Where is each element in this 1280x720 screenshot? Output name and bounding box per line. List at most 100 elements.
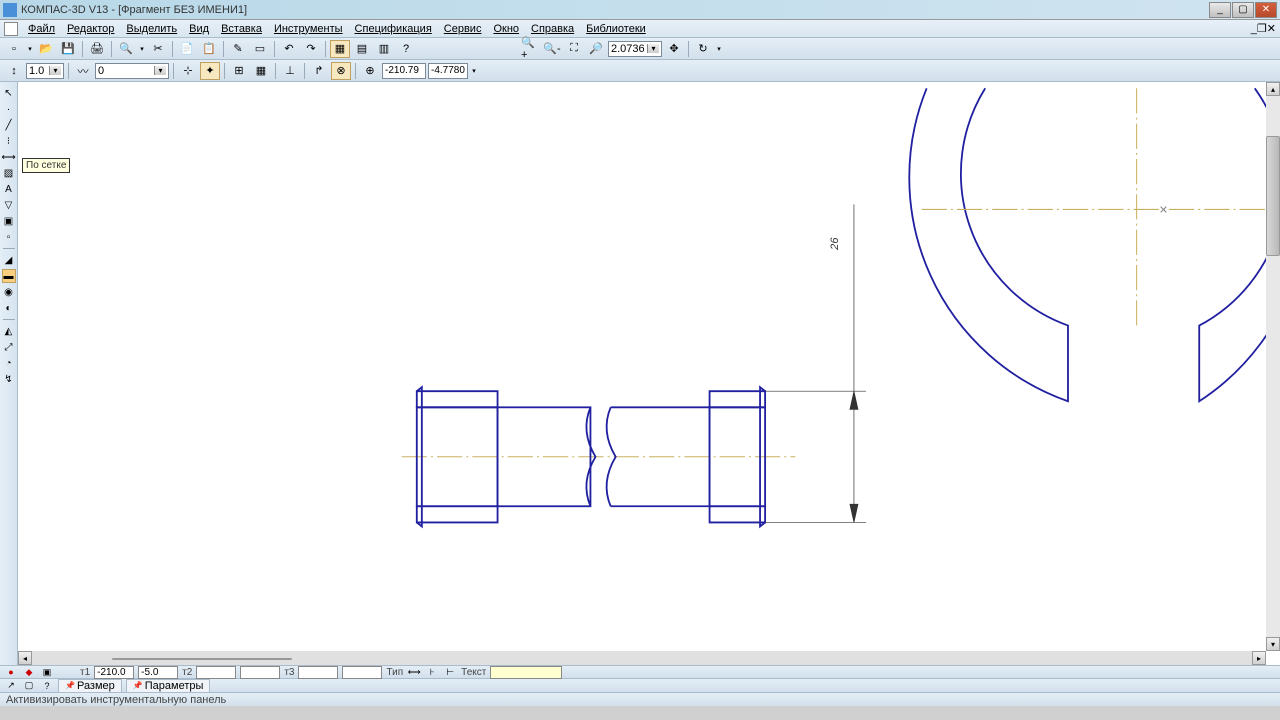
zoom-in-button[interactable]: 🔍+ <box>520 40 540 58</box>
type2-icon[interactable]: ⊦ <box>425 666 439 678</box>
minimize-button[interactable]: _ <box>1209 2 1231 18</box>
point-tool-icon[interactable]: · <box>2 102 16 116</box>
tab-params[interactable]: 📌 Параметры <box>126 679 211 693</box>
snap2-button[interactable]: ✦ <box>200 62 220 80</box>
style-icon[interactable]: 〰 <box>73 62 93 80</box>
t1-y-field[interactable] <box>138 666 178 679</box>
view-tool-icon[interactable]: ◭ <box>2 324 16 338</box>
measure-tool-icon[interactable]: ◢ <box>2 253 16 267</box>
create-icon[interactable]: ◆ <box>22 666 36 678</box>
copy-button[interactable]: 📄 <box>177 40 197 58</box>
menu-tools[interactable]: Инструменты <box>268 22 349 36</box>
tab-nav2-icon[interactable]: ▢ <box>22 680 36 692</box>
t3-y-field[interactable] <box>342 666 382 679</box>
vertical-scrollbar[interactable]: ▴ ▾ <box>1266 82 1280 651</box>
undo-button[interactable]: ↶ <box>279 40 299 58</box>
tab-nav3-icon[interactable]: ? <box>40 680 54 692</box>
lib-button[interactable]: ▥ <box>374 40 394 58</box>
scroll-left-icon[interactable]: ◂ <box>18 651 32 665</box>
menu-window[interactable]: Окно <box>487 22 525 36</box>
cursor-tool-icon[interactable]: ↖ <box>2 86 16 100</box>
zoom-sel-button[interactable]: 🔎 <box>586 40 606 58</box>
menu-insert[interactable]: Вставка <box>215 22 268 36</box>
text-field[interactable] <box>490 666 562 679</box>
report-tool-icon[interactable]: ◐ <box>2 301 16 315</box>
save-button[interactable]: 💾 <box>58 40 78 58</box>
props-button[interactable]: ▭ <box>250 40 270 58</box>
break-tool-icon[interactable]: ⤢ <box>2 340 16 354</box>
trace-button[interactable]: ↱ <box>309 62 329 80</box>
build-tool-icon[interactable]: ▣ <box>2 214 16 228</box>
pan-button[interactable]: ✥ <box>664 40 684 58</box>
coord-y-field[interactable] <box>428 63 468 79</box>
document-icon[interactable] <box>4 22 18 36</box>
doc-close-button[interactable]: ✕ <box>1267 22 1276 35</box>
format-button[interactable]: ✎ <box>228 40 248 58</box>
dropdown-arrow-icon[interactable]: ▾ <box>647 44 659 53</box>
preview-dropdown-icon[interactable]: ▾ <box>138 40 146 58</box>
refresh-button[interactable]: ↻ <box>693 40 713 58</box>
ortho-button[interactable]: ⊥ <box>280 62 300 80</box>
scroll-thumb[interactable] <box>1266 136 1280 256</box>
menu-edit[interactable]: Редактор <box>61 22 120 36</box>
insert2-tool-icon[interactable]: ↯ <box>2 372 16 386</box>
menu-libs[interactable]: Библиотеки <box>580 22 652 36</box>
horizontal-scrollbar[interactable]: ◂ ▸ <box>18 651 1266 665</box>
doc-restore-button[interactable]: ❐ <box>1257 22 1267 35</box>
zoom-fit-button[interactable]: ⛶ <box>564 40 584 58</box>
refresh-dd-icon[interactable]: ▾ <box>715 40 723 58</box>
scroll-right-icon[interactable]: ▸ <box>1252 651 1266 665</box>
edit-tool-icon[interactable]: ▬ <box>2 269 16 283</box>
stop-icon[interactable]: ● <box>4 666 18 678</box>
scroll-down-icon[interactable]: ▾ <box>1266 637 1280 651</box>
type3-icon[interactable]: ⊢ <box>443 666 457 678</box>
insert-tool-icon[interactable]: ◔ <box>2 356 16 370</box>
menu-view[interactable]: Вид <box>183 22 215 36</box>
auto-icon[interactable]: ▣ <box>40 666 54 678</box>
new-button[interactable]: ▫ <box>4 40 24 58</box>
text-tool-icon[interactable]: A <box>2 182 16 196</box>
param-tool-icon[interactable]: ▫ <box>2 230 16 244</box>
print-button[interactable]: 🖨 <box>87 40 107 58</box>
dropdown-arrow-icon[interactable]: ▾ <box>154 66 166 75</box>
help-context-button[interactable]: ? <box>396 40 416 58</box>
coord-dd-icon[interactable]: ▾ <box>470 62 478 80</box>
rough-tool-icon[interactable]: ▽ <box>2 198 16 212</box>
spec-tool-icon[interactable]: ◉ <box>2 285 16 299</box>
coord-x-field[interactable] <box>382 63 426 79</box>
aux-tool-icon[interactable]: ⁝ <box>2 134 16 148</box>
redo-button[interactable]: ↷ <box>301 40 321 58</box>
scroll-up-icon[interactable]: ▴ <box>1266 82 1280 96</box>
cut-button[interactable]: ✂ <box>148 40 168 58</box>
step-input[interactable]: 1.0 ▾ <box>26 63 64 79</box>
tab-nav1-icon[interactable]: ↗ <box>4 680 18 692</box>
hatch-tool-icon[interactable]: ▨ <box>2 166 16 180</box>
new-dropdown-icon[interactable]: ▾ <box>26 40 34 58</box>
scroll-thumb[interactable] <box>112 658 292 660</box>
type1-icon[interactable]: ⟷ <box>407 666 421 678</box>
manager-button[interactable]: ▦ <box>330 40 350 58</box>
style-input[interactable]: 0 ▾ <box>95 63 169 79</box>
t1-x-field[interactable] <box>94 666 134 679</box>
vars-button[interactable]: ▤ <box>352 40 372 58</box>
snap1-button[interactable]: ⊹ <box>178 62 198 80</box>
menu-service[interactable]: Сервис <box>438 22 488 36</box>
coord-mode-icon[interactable]: ⊕ <box>360 62 380 80</box>
dropdown-arrow-icon[interactable]: ▾ <box>49 66 61 75</box>
open-button[interactable]: 📂 <box>36 40 56 58</box>
menu-spec[interactable]: Спецификация <box>349 22 438 36</box>
segment-tool-icon[interactable]: ╱ <box>2 118 16 132</box>
menu-help[interactable]: Справка <box>525 22 580 36</box>
xyz-button[interactable]: ⊗ <box>331 62 351 80</box>
snap-grid2-button[interactable]: ▦ <box>251 62 271 80</box>
drawing-canvas[interactable]: По сетке <box>18 82 1280 665</box>
menu-select[interactable]: Выделить <box>120 22 183 36</box>
zoom-scale-input[interactable]: 2.0736 ▾ <box>608 41 662 57</box>
snap-toggle-button[interactable]: ↕ <box>4 62 24 80</box>
tab-size[interactable]: 📌 Размер <box>58 679 122 693</box>
dim-tool-icon[interactable]: ⟷ <box>2 150 16 164</box>
maximize-button[interactable]: ▢ <box>1232 2 1254 18</box>
zoom-out-button[interactable]: 🔍- <box>542 40 562 58</box>
paste-button[interactable]: 📋 <box>199 40 219 58</box>
t2-x-field[interactable] <box>196 666 236 679</box>
